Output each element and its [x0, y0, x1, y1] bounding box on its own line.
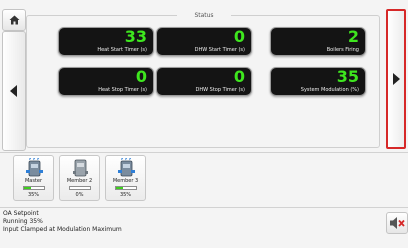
system-modulation-value: 35: [336, 67, 359, 86]
dhw-stop-timer-value: 0: [233, 67, 245, 86]
member-percent: 35%: [27, 192, 40, 198]
member-2-button[interactable]: Member 2 0%: [59, 155, 100, 201]
system-modulation-tile: 35 System Modulation (%): [270, 67, 366, 96]
heat-stop-timer-value: 0: [135, 67, 147, 86]
heat-stop-timer-tile: 0 Heat Stop Timer (s): [58, 67, 154, 96]
status-info: OA Setpoint Running 35% Input Clamped at…: [3, 210, 122, 234]
member-3-button[interactable]: Member 3 35%: [105, 155, 146, 201]
member-percent: 0%: [75, 192, 84, 198]
dhw-start-timer-value: 0: [233, 27, 245, 46]
boiler-icon: [118, 158, 135, 177]
next-page-button[interactable]: [386, 9, 406, 149]
dhw-stop-timer-label: DHW Stop Timer (s): [195, 87, 246, 93]
modulation-bar-fill: [24, 187, 31, 189]
arrow-right-icon: [393, 73, 400, 85]
modulation-bar: [69, 186, 91, 190]
dhw-stop-timer-tile: 0 DHW Stop Timer (s): [156, 67, 252, 96]
heat-start-timer-label: Heat Start Timer (s): [97, 47, 147, 53]
info-line-clamped: Input Clamped at Modulation Maximum: [3, 226, 122, 233]
info-line-running: Running 35%: [3, 218, 43, 225]
system-modulation-label: System Modulation (%): [300, 87, 359, 93]
member-percent: 35%: [119, 192, 132, 198]
mute-button[interactable]: [386, 212, 408, 234]
dhw-start-timer-label: DHW Start Timer (s): [194, 47, 245, 53]
boilers-firing-label: Boilers Firing: [326, 47, 359, 53]
info-line-setpoint: OA Setpoint: [3, 210, 39, 217]
heat-stop-timer-label: Heat Stop Timer (s): [98, 87, 147, 93]
status-title: Status: [177, 11, 231, 21]
modulation-bar-fill: [116, 187, 123, 189]
previous-page-button[interactable]: [2, 31, 26, 151]
arrow-left-icon: [10, 85, 17, 97]
heat-start-timer-tile: 33 Heat Start Timer (s): [58, 27, 154, 56]
heat-start-timer-value: 33: [124, 27, 147, 46]
member-name: Master: [24, 178, 43, 184]
home-button[interactable]: [2, 9, 26, 31]
divider: [0, 207, 408, 208]
member-name: Member 3: [112, 178, 139, 184]
member-master-button[interactable]: Master 35%: [13, 155, 54, 201]
modulation-bar: [115, 186, 137, 190]
boiler-off-icon: [73, 159, 88, 177]
boilers-firing-tile: 2 Boilers Firing: [270, 27, 366, 56]
boiler-icon: [26, 158, 43, 177]
home-icon: [9, 15, 19, 25]
speaker-muted-icon: [390, 217, 405, 229]
dhw-start-timer-tile: 0 DHW Start Timer (s): [156, 27, 252, 56]
boilers-firing-value: 2: [347, 27, 359, 46]
modulation-bar: [23, 186, 45, 190]
divider: [0, 152, 408, 153]
member-name: Member 2: [66, 178, 93, 184]
